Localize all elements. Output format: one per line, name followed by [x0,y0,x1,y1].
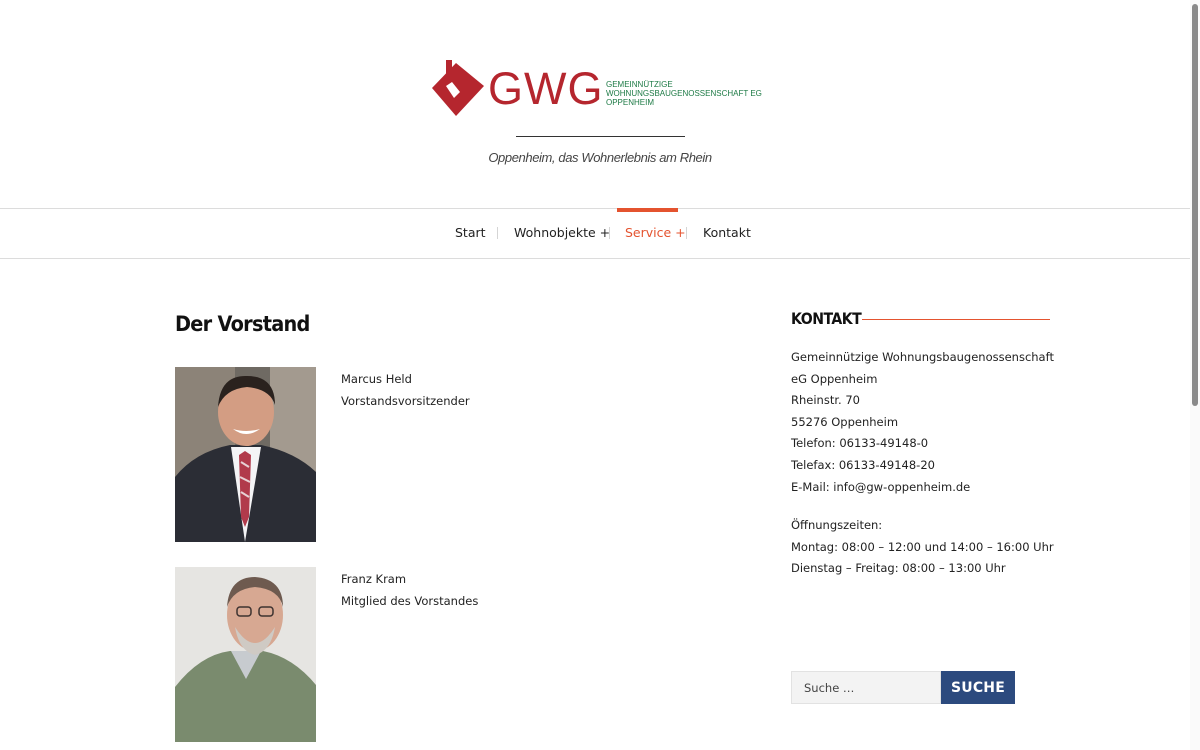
contact-email[interactable]: E-Mail: info@gw-oppenheim.de [791,480,970,494]
opening-hours-label: Öffnungszeiten: [791,518,883,532]
site-logo[interactable]: GWG Gemeinnützige Wohnungsbaugenossensch… [430,58,765,120]
member-photo [175,567,316,742]
logo-subtitle-line: Oppenheim [606,98,655,107]
nav-separator [686,227,687,239]
nav-item-kontakt[interactable]: Kontakt [703,225,751,240]
member-photo [175,367,316,542]
member-role: Vorstandsvorsitzender [341,394,470,408]
member-name: Franz Kram [341,572,407,586]
logo-wordmark: GWG [488,63,604,114]
nav-item-start[interactable]: Start [455,225,486,240]
nav-item-wohnobjekte[interactable]: Wohnobjekte + [514,225,610,240]
nav-separator [497,227,498,239]
member-role: Mitglied des Vorstandes [341,594,479,608]
contact-phone: Telefon: 06133-49148-0 [791,436,929,450]
opening-hours-line: Montag: 08:00 – 12:00 und 14:00 – 16:00 … [791,540,1054,554]
contact-line: eG Oppenheim [791,372,878,386]
logo-subtitle: Gemeinnützige Wohnungsbaugenossenschaft … [606,80,762,107]
page-title: Der Vorstand [175,312,310,336]
contact-heading-rule [862,319,1050,320]
contact-line: Gemeinnützige Wohnungsbaugenossenschaft [791,350,1054,364]
site-header: GWG Gemeinnützige Wohnungsbaugenossensch… [0,0,1200,208]
logo-subtitle-line: Gemeinnützige [606,80,673,89]
opening-hours-line: Dienstag – Freitag: 08:00 – 13:00 Uhr [791,561,1006,575]
contact-fax: Telefax: 06133-49148-20 [791,458,935,472]
header-divider [516,136,685,137]
contact-heading: KONTAKT [791,309,862,328]
search-button[interactable]: SUCHE [941,671,1015,704]
search-input[interactable] [791,671,941,704]
logo-subtitle-line: Wohnungsbaugenossenschaft eG [606,89,762,98]
site-tagline: Oppenheim, das Wohnerlebnis am Rhein [488,150,712,165]
nav-separator [609,227,610,239]
contact-line: Rheinstr. 70 [791,393,860,407]
page-scrollbar[interactable] [1190,0,1200,750]
main-navigation: Start Wohnobjekte + Service + Kontakt [0,208,1200,259]
member-name: Marcus Held [341,372,412,386]
scrollbar-thumb[interactable] [1192,4,1198,406]
nav-active-indicator [617,208,678,212]
nav-item-service[interactable]: Service + [625,225,686,240]
contact-line: 55276 Oppenheim [791,415,899,429]
house-diamond-icon [432,60,484,116]
